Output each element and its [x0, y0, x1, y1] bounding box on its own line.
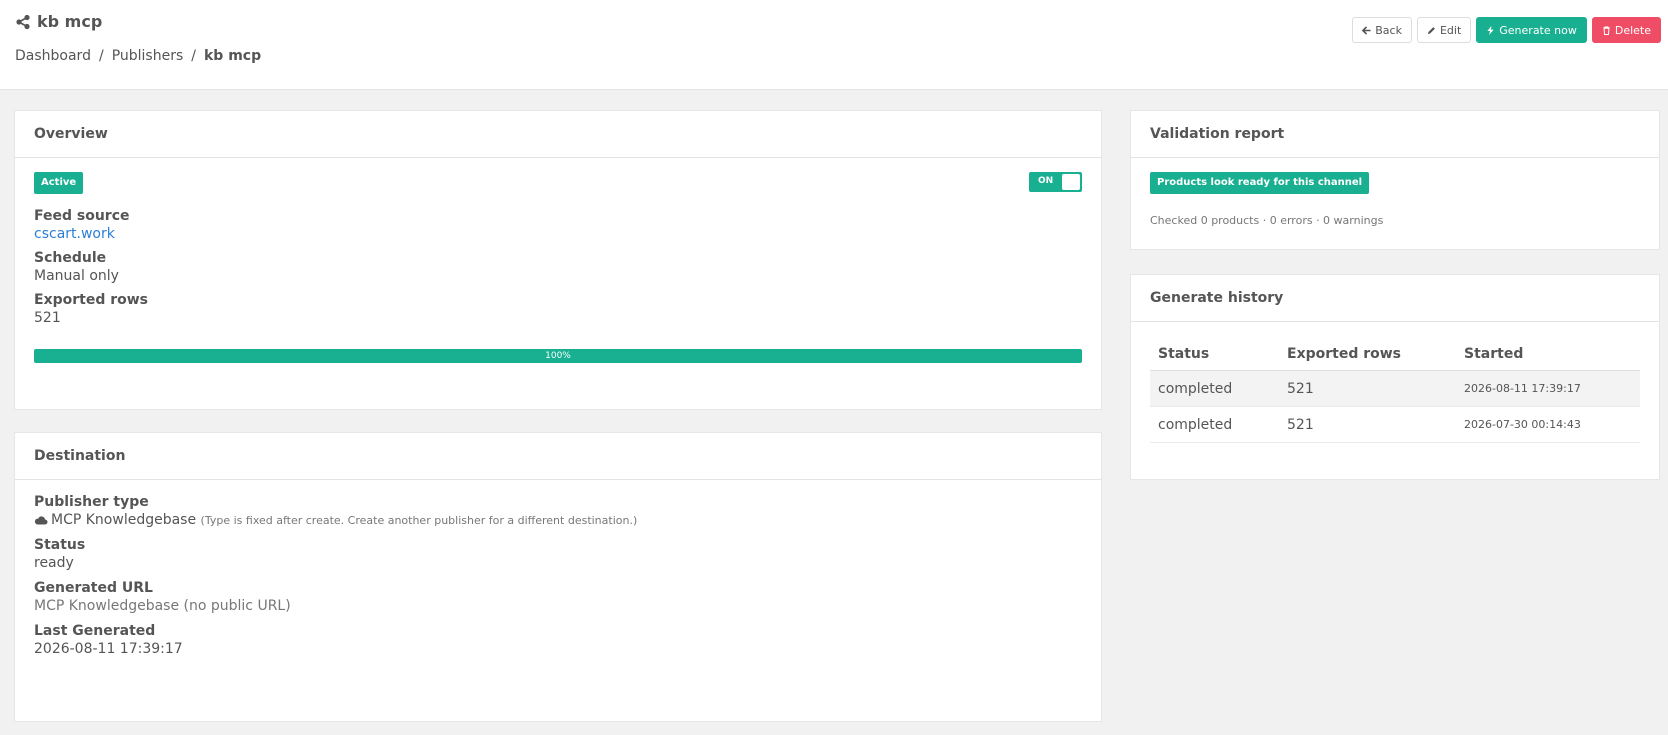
destination-body: Publisher type MCP Knowledgebase (Type i…: [15, 480, 1101, 671]
breadcrumb-publishers[interactable]: Publishers: [112, 48, 184, 64]
toggle-knob: [1062, 174, 1080, 190]
bolt-icon: [1487, 25, 1494, 35]
generate-now-button-label: Generate now: [1499, 23, 1577, 37]
breadcrumb-separator: /: [191, 48, 196, 64]
edit-button-label: Edit: [1439, 23, 1462, 37]
feed-source-label: Feed source: [34, 208, 130, 224]
table-row: completed 521 2026-07-30 00:14:43: [1150, 406, 1640, 443]
row-exported-rows: 521: [1279, 370, 1456, 407]
validation-summary: Checked 0 products · 0 errors · 0 warnin…: [1150, 214, 1384, 227]
delete-button[interactable]: Delete: [1591, 17, 1661, 43]
status-value: ready: [34, 555, 74, 571]
trash-icon: [1603, 25, 1610, 35]
enabled-toggle[interactable]: ON: [1029, 172, 1082, 192]
cloud-icon: [34, 516, 48, 525]
edit-button[interactable]: Edit: [1416, 17, 1472, 43]
publisher-type-note: (Type is fixed after create. Create anot…: [200, 514, 638, 527]
progress-label: 100%: [545, 351, 571, 361]
title-row: kb mcp: [15, 12, 102, 31]
validation-panel: Validation report Products look ready fo…: [1130, 110, 1660, 250]
column-status: Status: [1150, 336, 1279, 371]
breadcrumb-separator: /: [98, 48, 104, 64]
breadcrumb-dashboard[interactable]: Dashboard: [15, 48, 91, 64]
schedule-value: Manual only: [34, 268, 119, 284]
breadcrumb-current: kb mcp: [203, 48, 262, 64]
progress-fill: 100%: [34, 349, 1082, 363]
feed-source-link[interactable]: cscart.work: [34, 226, 115, 242]
row-started: 2026-07-30 00:14:43: [1456, 406, 1640, 443]
row-status: completed: [1150, 370, 1279, 407]
back-button[interactable]: Back: [1352, 17, 1412, 43]
validation-heading: Validation report: [1131, 111, 1659, 158]
schedule-label: Schedule: [34, 250, 107, 266]
exported-rows-label: Exported rows: [34, 292, 149, 308]
column-started: Started: [1456, 336, 1640, 371]
status-label: Status: [34, 537, 86, 553]
row-exported-rows: 521: [1279, 406, 1456, 443]
history-panel: Generate history Status Exported rows St…: [1130, 274, 1660, 480]
breadcrumb: Dashboard / Publishers / kb mcp: [15, 48, 261, 64]
last-generated-label: Last Generated: [34, 623, 156, 639]
pencil-icon: [1427, 26, 1435, 34]
row-started: 2026-08-11 17:39:17: [1456, 370, 1640, 407]
column-exported-rows: Exported rows: [1279, 336, 1456, 371]
progress-bar: 100%: [34, 349, 1082, 363]
validation-badge: Products look ready for this channel: [1150, 172, 1370, 194]
status-badge: Active: [34, 172, 84, 194]
history-header-row: Status Exported rows Started: [1150, 336, 1640, 371]
table-row: completed 521 2026-08-11 17:39:17: [1150, 370, 1640, 407]
exported-rows-value: 521: [34, 310, 61, 326]
destination-panel: Destination Publisher type MCP Knowledge…: [14, 432, 1102, 722]
overview-body: Active ON Feed source cscart.work Schedu…: [15, 158, 1101, 377]
page-title: kb mcp: [37, 12, 103, 31]
validation-body: Products look ready for this channel Che…: [1131, 158, 1659, 241]
publisher-type-row: MCP Knowledgebase (Type is fixed after c…: [34, 512, 1082, 528]
history-heading: Generate history: [1131, 275, 1659, 322]
last-generated-value: 2026-08-11 17:39:17: [34, 641, 183, 657]
generated-url-value: MCP Knowledgebase (no public URL): [34, 598, 291, 614]
back-button-label: Back: [1375, 23, 1402, 37]
publisher-type-value: MCP Knowledgebase: [51, 512, 197, 528]
destination-heading: Destination: [15, 433, 1101, 480]
toggle-label: ON: [1038, 176, 1054, 186]
history-body: Status Exported rows Started completed 5…: [1131, 322, 1659, 457]
row-status: completed: [1150, 406, 1279, 443]
history-table: Status Exported rows Started completed 5…: [1150, 336, 1640, 443]
share-icon: [16, 14, 30, 29]
generated-url-label: Generated URL: [34, 580, 153, 596]
overview-heading: Overview: [15, 111, 1101, 158]
toolbar: Back Edit Generate now Delete: [1352, 17, 1661, 43]
arrow-left-icon: [1362, 25, 1371, 35]
overview-panel: Overview Active ON Feed source cscart.wo…: [14, 110, 1102, 410]
delete-button-label: Delete: [1614, 23, 1651, 37]
generate-now-button[interactable]: Generate now: [1476, 17, 1587, 43]
page-header: kb mcp Dashboard / Publishers / kb mcp B…: [0, 0, 1668, 90]
publisher-type-label: Publisher type: [34, 494, 149, 510]
